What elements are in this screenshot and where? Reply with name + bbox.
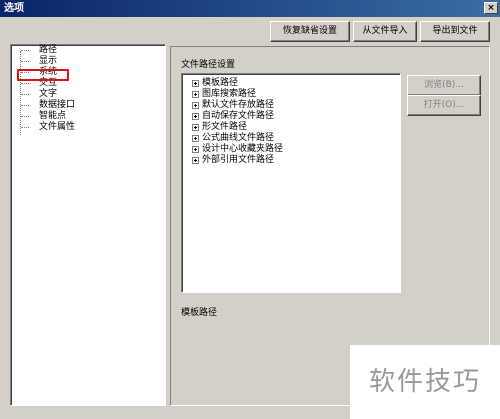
selected-path-label: 模板路径 [181, 308, 218, 318]
path-settings-group-label: 文件路径设置 [181, 60, 236, 70]
restore-default-button[interactable]: 恢复缺省设置 [270, 21, 350, 42]
watermark: 软件技巧 [350, 345, 500, 419]
plus-box-icon[interactable] [192, 146, 199, 153]
window-title: 选项 [4, 3, 24, 14]
tree-guide-line [20, 51, 21, 135]
plus-box-icon[interactable] [192, 157, 199, 164]
plus-box-icon[interactable] [192, 91, 199, 98]
export-to-file-button[interactable]: 导出到文件 [420, 21, 490, 42]
options-dialog: { "window": { "title": "选项", "close_glyp… [0, 0, 500, 419]
import-from-file-button[interactable]: 从文件导入 [353, 21, 417, 42]
plus-box-icon[interactable] [192, 124, 199, 131]
plus-box-icon[interactable] [192, 135, 199, 142]
nav-tree-panel: 路径 显示 系统 交互 文字 数据接口 智能点 文件属性 [10, 44, 166, 406]
close-icon[interactable]: × [484, 2, 498, 14]
title-bar: 选项 × [0, 0, 500, 17]
plus-box-icon[interactable] [192, 80, 199, 87]
browse-button[interactable]: 浏览(B)... [407, 75, 481, 96]
selection-highlight [17, 69, 69, 81]
plus-box-icon[interactable] [192, 113, 199, 120]
path-list[interactable]: 模板路径 图库搜索路径 默认文件存放路径 自动保存文件路径 形文件路径 公式曲线… [181, 73, 401, 293]
plus-box-icon[interactable] [192, 102, 199, 109]
open-button[interactable]: 打开(O)... [407, 95, 481, 116]
